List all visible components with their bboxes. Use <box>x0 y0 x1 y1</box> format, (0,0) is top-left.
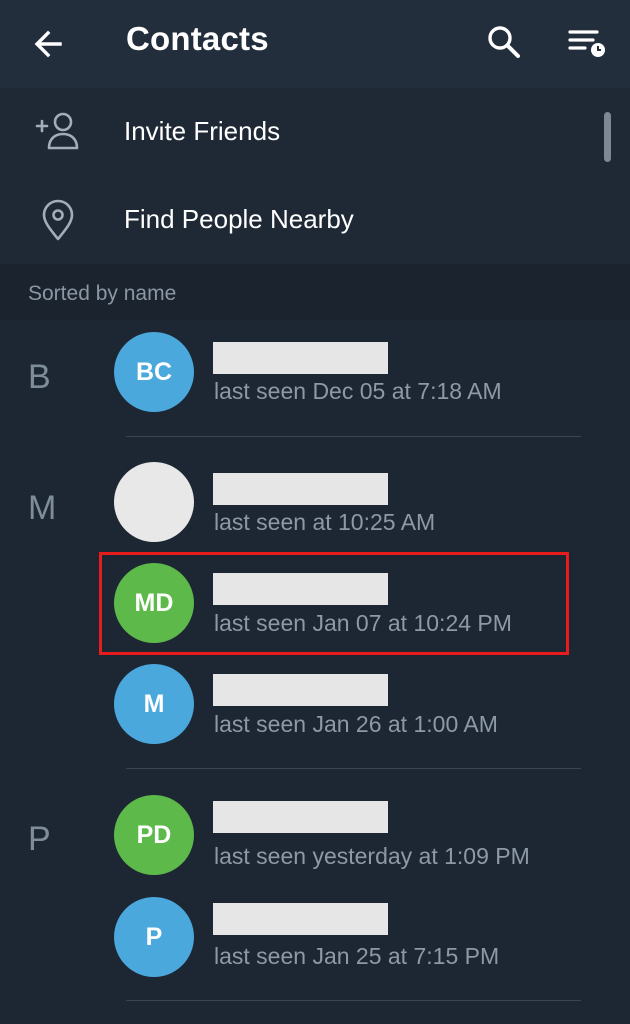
app-bar: Contacts <box>0 0 630 88</box>
contact-name-redacted <box>213 903 388 935</box>
divider <box>126 1000 581 1001</box>
contact-row[interactable]: last seen at 10:25 AM <box>0 452 630 552</box>
location-pin-icon <box>42 199 74 241</box>
contact-status: last seen at 10:25 AM <box>214 509 436 535</box>
search-icon[interactable] <box>484 22 524 62</box>
add-person-icon <box>35 112 79 150</box>
section-header-label: Sorted by name <box>28 282 177 305</box>
contact-row[interactable]: BC last seen Dec 05 at 7:18 AM <box>0 322 630 422</box>
contact-row[interactable]: P last seen Jan 25 at 7:15 PM <box>0 887 630 987</box>
contact-name-redacted <box>213 342 388 374</box>
actions-panel: Invite Friends Find People Nearby <box>0 88 630 264</box>
avatar <box>114 462 194 542</box>
avatar: P <box>114 897 194 977</box>
contact-row[interactable]: M last seen Jan 26 at 1:00 AM <box>0 654 630 754</box>
contact-status: last seen Jan 26 at 1:00 AM <box>214 711 498 737</box>
contact-status: last seen Jan 25 at 7:15 PM <box>214 943 500 969</box>
contact-name-redacted <box>213 801 388 833</box>
page-title: Contacts <box>126 20 269 57</box>
arrow-left-icon[interactable] <box>30 24 70 64</box>
contact-name-redacted <box>213 473 388 505</box>
find-people-nearby-label: Find People Nearby <box>124 204 354 234</box>
highlight-box <box>99 552 569 655</box>
section-header: Sorted by name <box>0 264 630 320</box>
contact-status: last seen Dec 05 at 7:18 AM <box>214 378 502 404</box>
invite-friends-label: Invite Friends <box>124 116 281 146</box>
find-people-nearby-button[interactable]: Find People Nearby <box>0 176 600 264</box>
sort-by-time-icon[interactable] <box>565 22 609 62</box>
avatar: BC <box>114 332 194 412</box>
contact-status: last seen yesterday at 1:09 PM <box>214 843 530 869</box>
divider <box>126 768 581 769</box>
contact-row[interactable]: PD last seen yesterday at 1:09 PM <box>0 785 630 885</box>
invite-friends-button[interactable]: Invite Friends <box>0 88 600 176</box>
contact-name-redacted <box>213 674 388 706</box>
avatar: PD <box>114 795 194 875</box>
scrollbar[interactable] <box>604 112 611 162</box>
divider <box>126 436 581 437</box>
avatar: M <box>114 664 194 744</box>
